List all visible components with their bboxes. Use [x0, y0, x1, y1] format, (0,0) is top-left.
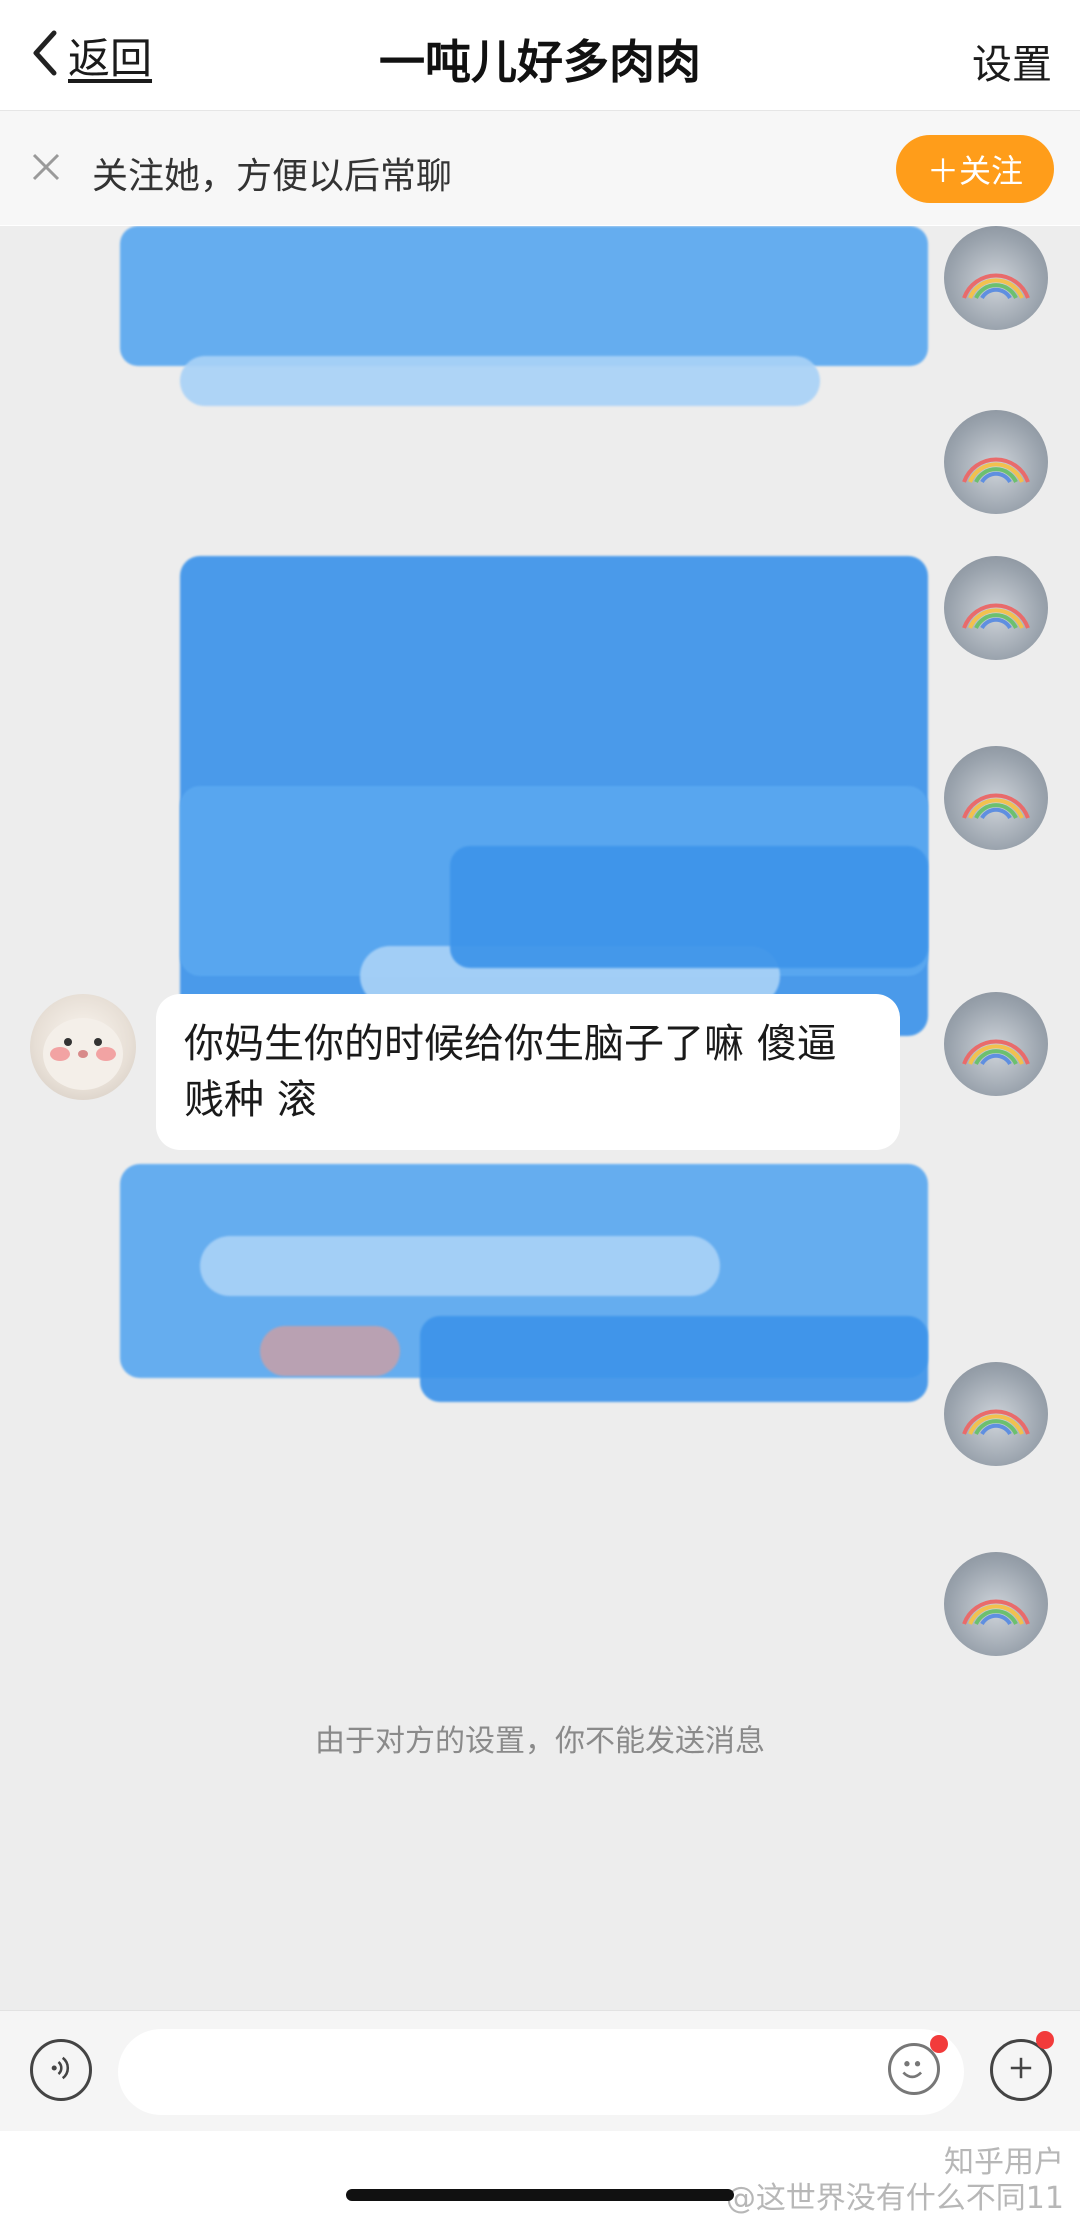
self-avatar[interactable]: [944, 1552, 1048, 1656]
chat-area[interactable]: 你妈生你的时候给你生脑子了嘛 傻逼 贱种 滚 由于对方的设置，你不能发送消息: [0, 226, 1080, 2010]
message-input-bar: [0, 2010, 1080, 2131]
voice-icon: [44, 2051, 78, 2089]
home-indicator[interactable]: [346, 2189, 734, 2201]
watermark-brand: 知乎用户: [944, 2145, 1064, 2180]
chat-title: 一吨儿好多肉肉: [379, 35, 701, 89]
self-avatar[interactable]: [944, 556, 1048, 660]
message-input[interactable]: [118, 2029, 964, 2115]
voice-button[interactable]: [30, 2039, 92, 2101]
redaction-scribble: [200, 1236, 720, 1296]
follow-prompt-text: 关注她，方便以后常聊: [92, 156, 453, 197]
close-icon[interactable]: [28, 149, 64, 185]
settings-button[interactable]: 设置: [972, 32, 1052, 90]
self-avatar[interactable]: [944, 746, 1048, 850]
watermark: 知乎用户 @这世界没有什么不同11: [726, 2145, 1064, 2217]
watermark-handle: @这世界没有什么不同11: [725, 2181, 1064, 2216]
self-avatar[interactable]: [944, 992, 1048, 1096]
follow-banner: 关注她，方便以后常聊 ＋关注: [0, 111, 1080, 225]
top-nav-bar: 返回 一吨儿好多肉肉 设置: [0, 0, 1080, 111]
bottom-area: 知乎用户 @这世界没有什么不同11: [0, 2131, 1080, 2217]
received-message-bubble[interactable]: 你妈生你的时候给你生脑子了嘛 傻逼 贱种 滚: [156, 994, 900, 1150]
self-avatar[interactable]: [944, 226, 1048, 330]
redaction-scribble: [260, 1326, 400, 1376]
emoji-notification-dot: [930, 2035, 948, 2053]
follow-button[interactable]: ＋关注: [896, 135, 1054, 203]
self-avatar[interactable]: [944, 1362, 1048, 1466]
redacted-sent-message: [420, 1316, 928, 1402]
received-message-text: 你妈生你的时候给你生脑子了嘛 傻逼 贱种 滚: [184, 1021, 837, 1123]
redacted-sent-message: [120, 226, 928, 366]
plus-notification-dot: [1036, 2031, 1054, 2049]
contact-avatar[interactable]: [30, 994, 136, 1100]
system-note: 由于对方的设置，你不能发送消息: [315, 1724, 765, 1759]
redaction-scribble: [180, 356, 820, 406]
plus-icon: [1004, 2051, 1038, 2089]
redacted-sent-message: [450, 846, 928, 968]
self-avatar[interactable]: [944, 410, 1048, 514]
